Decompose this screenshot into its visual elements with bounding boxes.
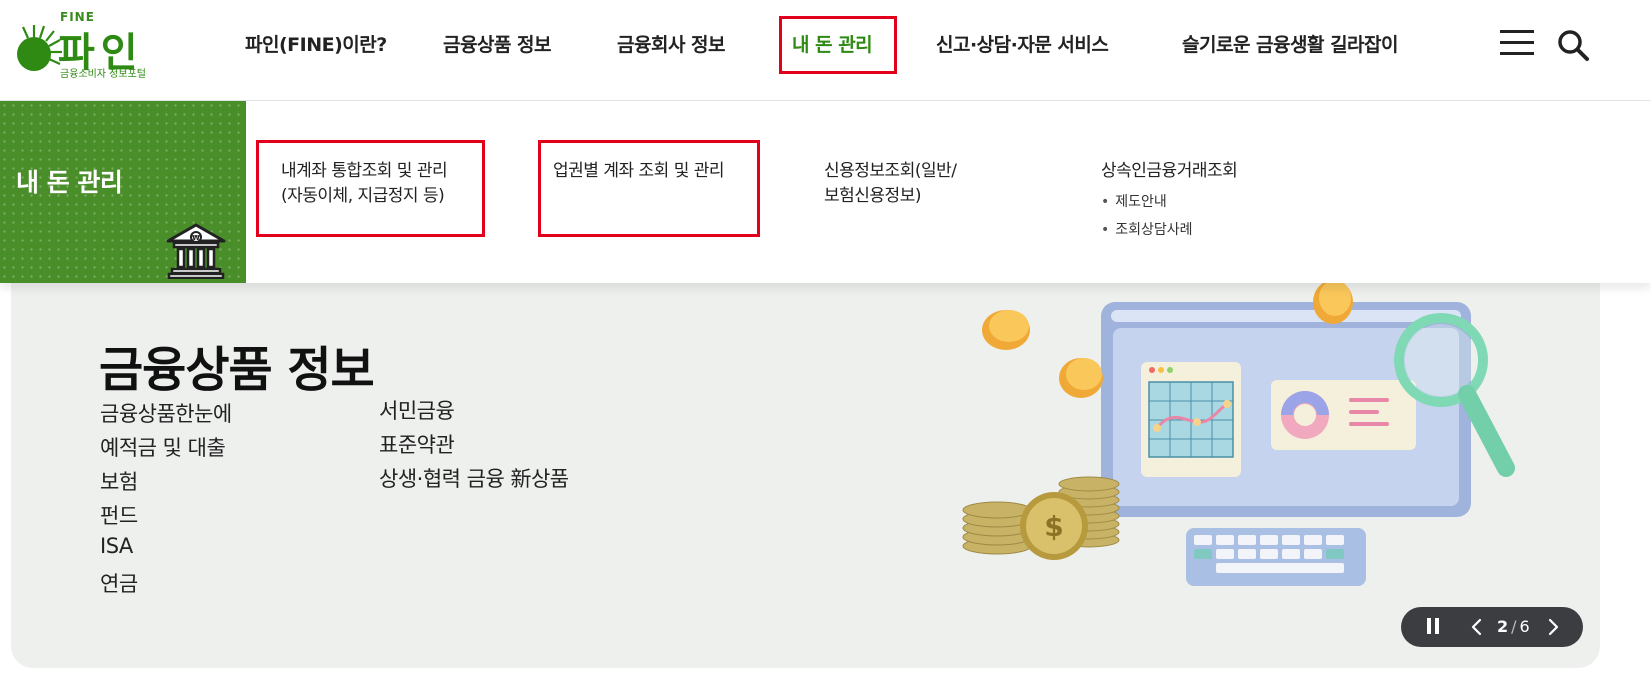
hero-link-standard-terms[interactable]: 표준약관 [379,429,455,459]
highlight-box-nav [779,16,897,74]
pause-icon[interactable] [1425,618,1441,636]
hero-slide: 금융상품 정보 금융상품한눈에 예적금 및 대출 보험 펀드 ISA 연금 서민… [11,260,1600,668]
svg-text:₩: ₩ [192,234,200,242]
chevron-right-icon[interactable] [1543,617,1563,637]
nav-item-financial-products[interactable]: 금융상품 정보 [443,30,552,57]
hero-link-new-products[interactable]: 상생·협력 금융 新상품 [379,463,569,493]
hamburger-menu-icon[interactable] [1500,30,1534,58]
hero-link-funds[interactable]: 펀드 [100,500,138,530]
logo-sun-icon [17,25,62,71]
dropdown-link-heir-inquiry[interactable]: 상속인금융거래조회 [1101,159,1238,184]
hero-link-insurance[interactable]: 보험 [100,466,138,496]
fine-logo[interactable]: FINE 파인 금융소비자 정보포털 [14,10,164,85]
dropdown-subitem-consult-cases[interactable]: 조회상담사례 [1101,219,1192,239]
slide-counter: 2/6 [1497,617,1530,636]
bank-icon: ₩ [166,223,226,279]
logo-subtitle: 금융소비자 정보포털 [60,69,146,80]
slide-total: 6 [1519,617,1530,636]
dropdown-subitem-system-guide[interactable]: 제도안내 [1101,191,1167,211]
svg-text:$: $ [1044,510,1063,543]
nav-item-finance-guide[interactable]: 슬기로운 금융생활 길라잡이 [1182,30,1399,57]
hero-link-microfinance[interactable]: 서민금융 [379,395,455,425]
hero-link-pension[interactable]: 연금 [100,568,138,598]
search-icon[interactable] [1556,28,1590,62]
highlight-box-account-integrated [256,140,485,237]
hero-title: 금융상품 정보 [99,342,375,398]
nav-item-about-fine[interactable]: 파인(FINE)이란? [245,30,387,57]
dropdown-link-credit-info[interactable]: 신용정보조회(일반/ 보험신용정보) [824,159,957,209]
dropdown-link-line: 신용정보조회(일반/ [824,161,957,181]
slider-controls: 2/6 [1401,607,1583,647]
nav-item-report-consult[interactable]: 신고·상담·자문 서비스 [936,30,1109,57]
chevron-left-icon[interactable] [1467,617,1487,637]
hero-link-products-at-a-glance[interactable]: 금융상품한눈에 [100,398,232,428]
highlight-box-account-by-sector [538,140,760,237]
dropdown-side-panel: 내 돈 관리 ₩ [0,101,246,283]
nav-item-financial-companies[interactable]: 금융회사 정보 [617,30,726,57]
mega-menu-dropdown: 내 돈 관리 ₩ 내계좌 통합조회 및 관리 (자동이체, 지급정지 등) 업권… [0,101,1651,283]
dropdown-link-line: 보험신용정보) [824,186,921,206]
hero-link-isa[interactable]: ISA [100,534,133,558]
site-header: FINE 파인 금융소비자 정보포털 파인(FINE)이란? 금융상품 정보 금… [0,0,1651,101]
monitor-coins-magnifier-illustration: $ [962,280,1515,586]
dropdown-title: 내 돈 관리 [16,168,123,197]
slide-current: 2 [1497,617,1509,636]
hero-link-deposits-loans[interactable]: 예적금 및 대출 [100,432,226,462]
dropdown-link-line: 상속인금융거래조회 [1101,161,1238,181]
